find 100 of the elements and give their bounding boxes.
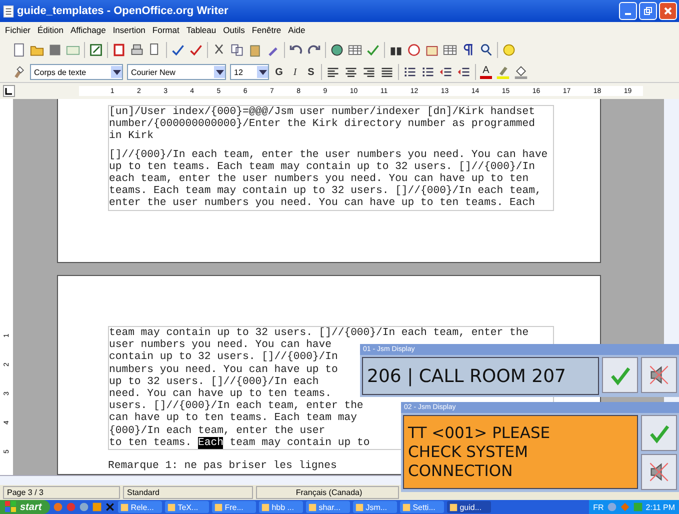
menu-item[interactable]: Format [152,25,180,35]
mute-button[interactable] [641,454,677,490]
caret-icon [112,70,120,74]
printer-icon[interactable] [130,43,144,57]
text-line: user numbers you need. You can have [109,339,332,352]
text-line: users. []//{000}/In each team, enter the [109,400,364,412]
text-line: {000}/In each team, enter the user [109,424,326,437]
numbered-list-icon[interactable] [403,65,417,79]
app-icon [260,502,270,512]
app-icon [402,502,411,512]
app-icon [120,502,129,512]
shadow-button[interactable]: S [305,66,317,78]
text-line: up to ten teams. Each team may contain up to 32 users. []//{000}/In [109,160,535,173]
caret-icon [216,70,224,74]
status-field: Français (Canada) [256,486,399,499]
display-text: TT <001> PLEASE CHECK SYSTEM CONNECTION [408,424,552,480]
checkmark-icon[interactable] [366,43,380,57]
minimize-button[interactable] [619,2,637,20]
text-line: Remarque 1: ne pas briser les lignes [108,460,337,472]
cross-icon[interactable] [104,502,115,512]
text-line: enter the user numbers you need. You can have up to ten teams. Each [109,197,535,210]
increase-indent-icon[interactable] [457,65,471,79]
app-icon [448,502,458,512]
font-size-dropdown[interactable]: 12 [230,64,269,80]
text-line: number/{000000000000}/Enter the Kirk directory number as programmed [109,118,535,130]
text-line: need. You can have up to ten teams. [109,388,332,400]
text-line: each team, enter the user numbers you need. You can have up to ten [109,173,529,186]
text-line: in Kirk [109,130,154,143]
paint-bucket-icon[interactable] [514,65,528,79]
justify-icon[interactable] [380,65,394,79]
window-title: guide_templates - OpenOffice.org Writer [17,5,228,17]
pilcrow-icon[interactable] [461,43,475,57]
text-line: teams. Each team may contain up to 32 users. []//{000}/In each team, [109,185,542,198]
menu-item[interactable]: Fenêtre [252,25,282,35]
taskbar-button[interactable]: Jsm... [352,501,397,513]
font-name-dropdown[interactable]: Courier New [127,64,226,80]
text-line: to ten teams. Each team may contain up to [109,436,370,450]
stylist-icon[interactable] [12,65,26,79]
taskbar-button[interactable]: guid... [446,501,491,513]
zoom-icon[interactable] [479,43,493,57]
left-tab-icon [5,87,13,95]
menu-item[interactable]: Fichier [5,25,31,35]
app-icon [308,502,317,512]
status-field: Standard [123,486,253,499]
align-center-icon[interactable] [344,65,358,79]
menu-item[interactable]: Insertion [112,25,146,35]
text-line: team may contain up to 32 users. []//{000}/In each team, enter the [109,327,529,339]
edit-icon[interactable] [89,43,103,57]
autospell-icon[interactable] [189,43,203,57]
text-line: [un]/User index/{000}=@@@/Jsm user number/indexer [dn]/Kirk handset [109,106,535,118]
restore-button[interactable] [639,2,657,20]
taskbar-button[interactable]: TeX... [164,501,209,513]
confirm-button[interactable] [602,357,638,393]
start-button[interactable]: start [0,500,50,514]
align-left-icon[interactable] [326,65,340,79]
font-color-button[interactable]: A [480,66,492,78]
italic-button[interactable]: I [289,66,301,78]
spellcheck-icon[interactable] [171,43,185,57]
text-line: numbers you need. You can have up to [109,364,338,376]
menu-item[interactable]: Aide [288,25,306,35]
clock: 2:11 PM [646,502,675,512]
status-field: Page 3 / 3 [3,486,120,499]
close-button[interactable] [659,2,677,20]
menu-item[interactable]: Tableau [186,25,216,35]
decrease-indent-icon[interactable] [439,65,453,79]
folder-icon[interactable] [30,43,44,57]
app-icon [214,502,223,512]
restore-icon [643,6,653,16]
pdf-icon[interactable] [112,43,126,57]
paragraph-style-dropdown[interactable]: Corps de texte [30,64,123,80]
text-line: contain up to 32 users. []//{000}/In [109,351,338,364]
muted-speaker-icon [648,461,670,483]
menu-item[interactable]: Outils [223,25,245,35]
flag-logo-icon [5,501,17,513]
bold-button[interactable]: G [273,66,285,78]
taskbar-button[interactable]: hbb ... [258,501,303,513]
confirm-button[interactable] [641,415,677,451]
table-icon[interactable] [348,43,362,57]
app-icon [166,502,176,512]
undo-icon[interactable] [289,43,303,57]
taskbar-button[interactable]: Fre... [212,501,256,513]
app-icon [354,502,364,512]
text-line: can have up to ten teams. Each team may [109,412,357,425]
close-icon [663,6,673,16]
menu-item[interactable]: Édition [38,25,64,35]
taskbar-button[interactable]: Setti... [400,501,444,513]
minimize-icon [625,13,631,15]
menu-item[interactable]: Affichage [70,25,106,35]
align-right-icon[interactable] [362,65,376,79]
taskbar-button[interactable]: shar... [306,501,350,513]
text-line: up to 32 users. []//{000}/In each [109,376,319,388]
caret-icon [258,70,266,74]
copy-icon[interactable] [230,43,244,57]
new-document-icon[interactable] [12,43,26,57]
muted-speaker-icon [648,364,670,386]
mute-button[interactable] [641,357,677,393]
tab-stop-selector[interactable] [3,85,15,97]
taskbar-button[interactable]: Rele... [118,501,162,513]
display-text: 206 | CALL ROOM 207 [367,366,566,386]
bullet-list-icon[interactable] [421,65,435,79]
